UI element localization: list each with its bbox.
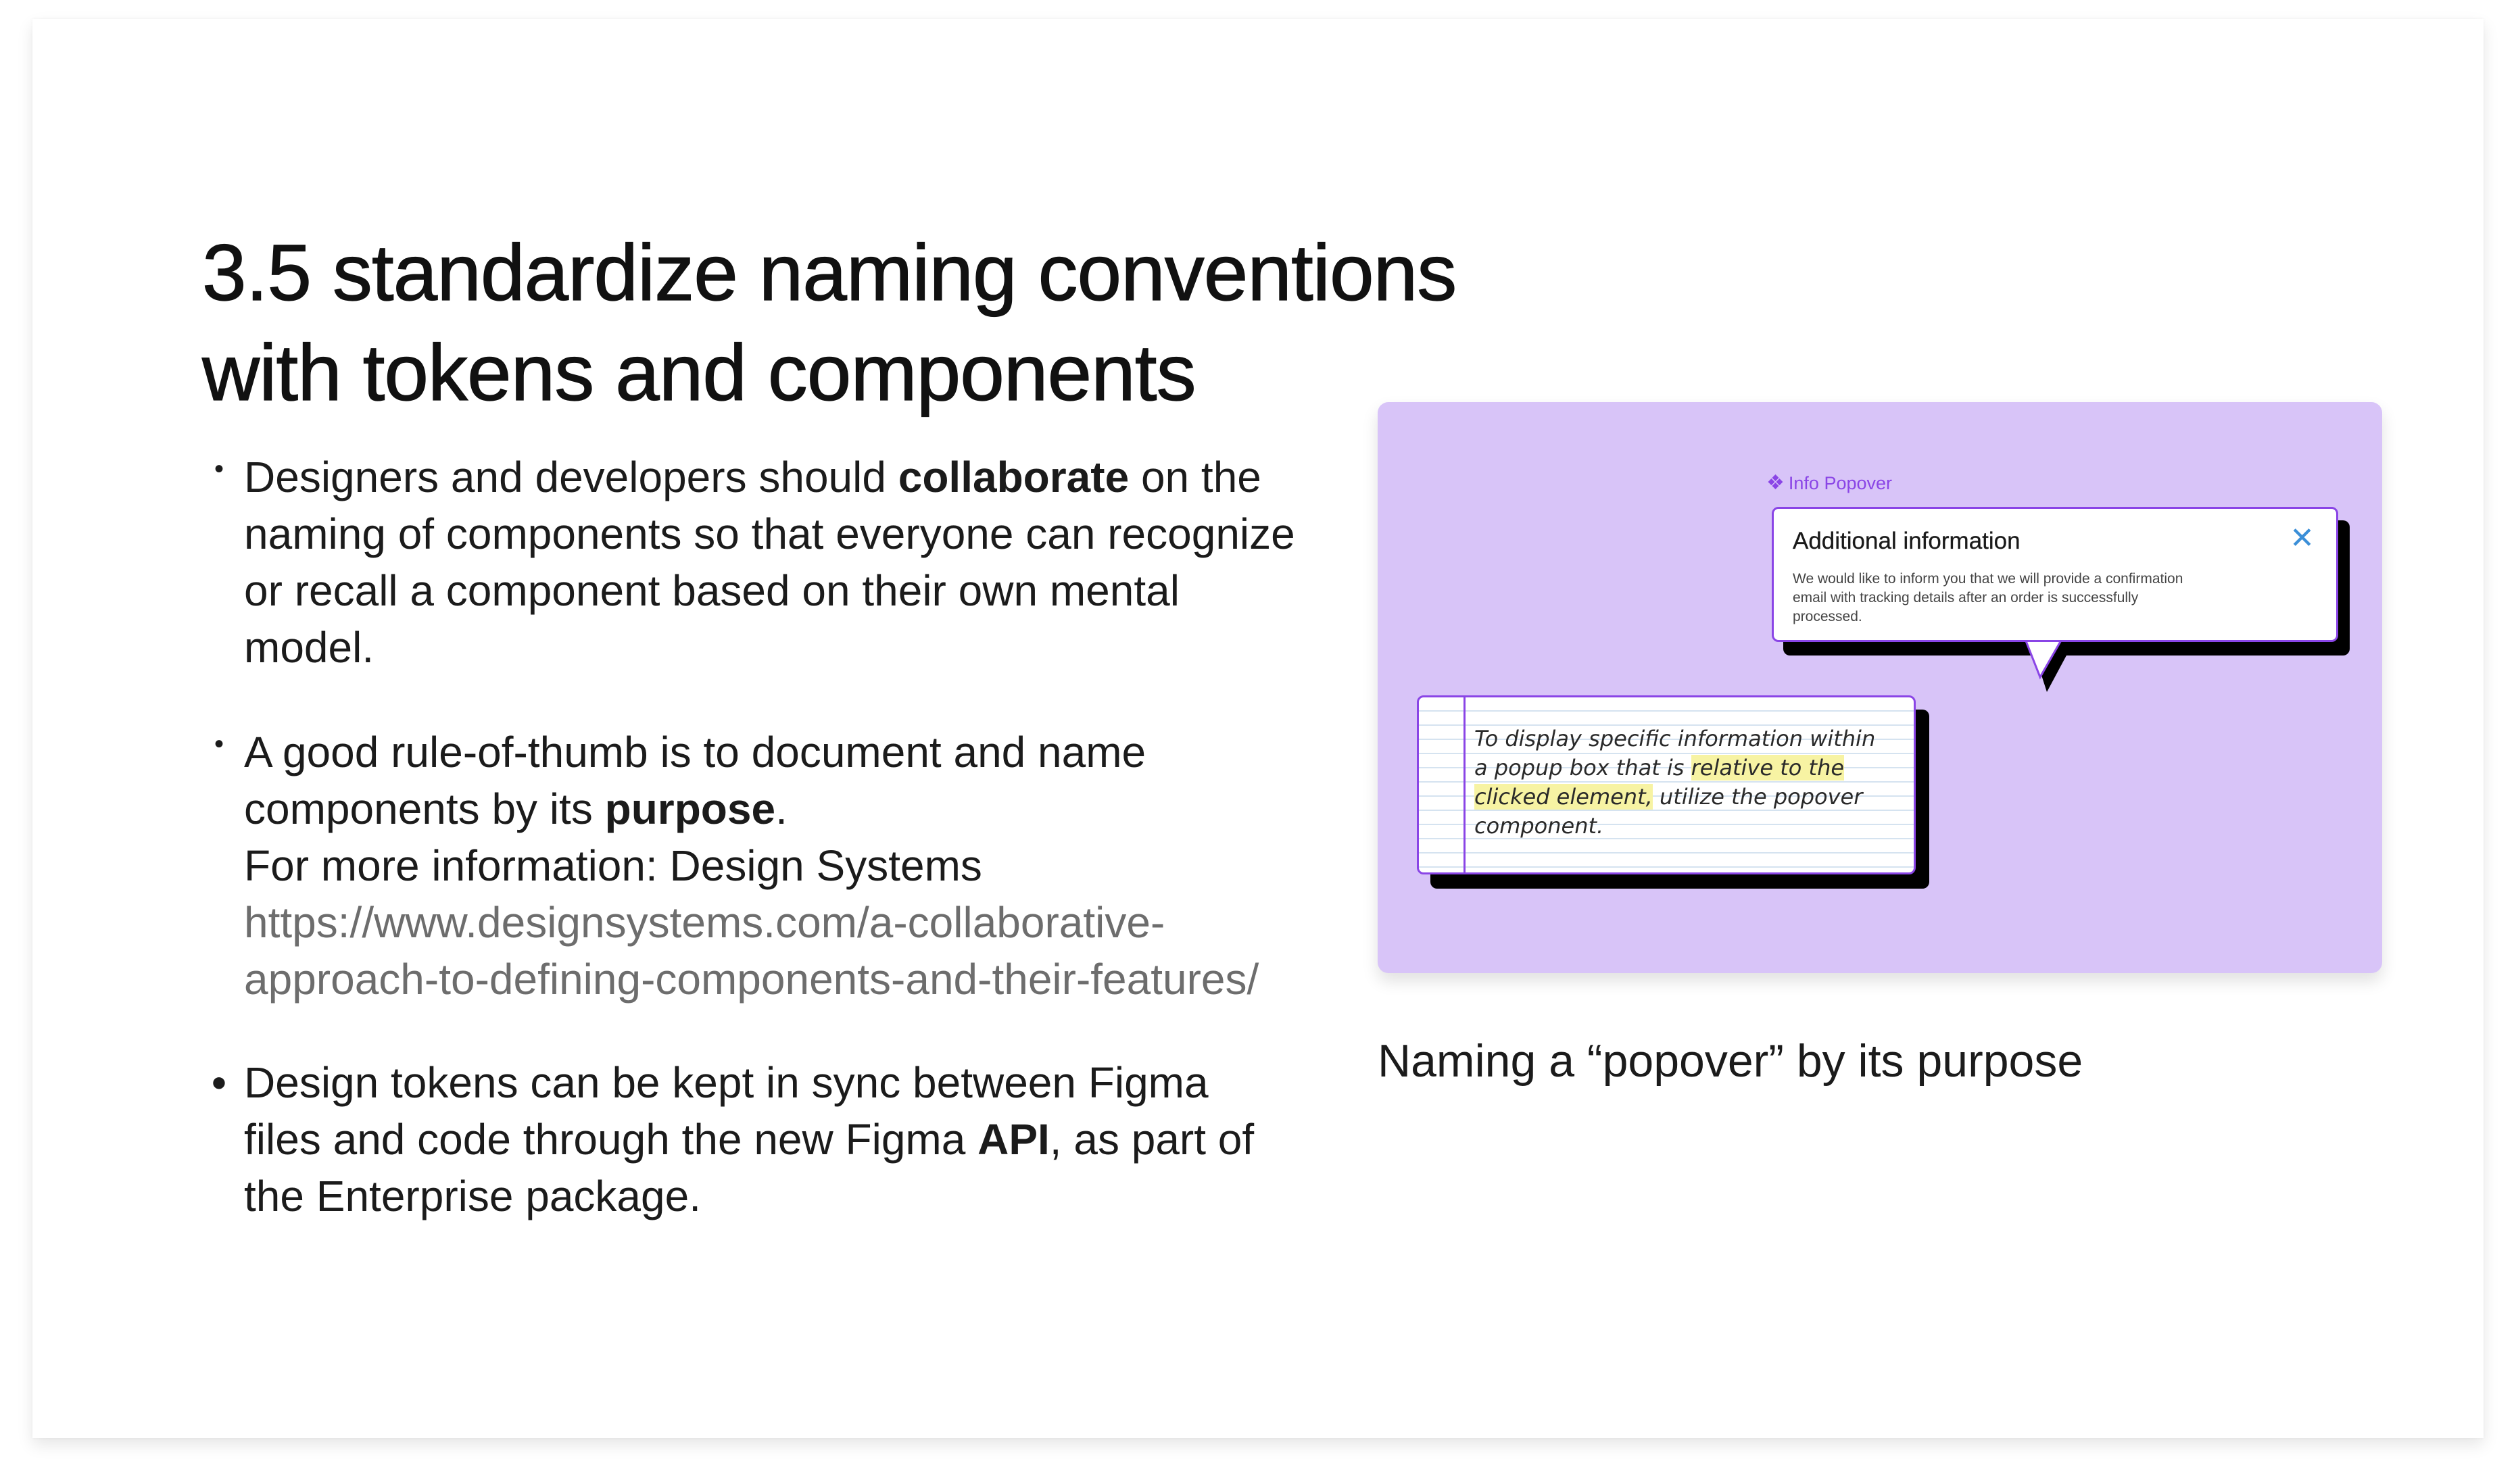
- bullet-line: A good rule-of-thumb is to document and …: [244, 728, 1146, 776]
- bullet-line: Designers and developers should collabor…: [244, 449, 1295, 505]
- note-line: To display specific information within: [1474, 726, 1876, 751]
- illustration-card: ❖ Info Popover Additional information ✕ W…: [1378, 402, 2382, 973]
- note-line: a popup box that is relative to the: [1474, 753, 1875, 783]
- popover-body-line: We would like to inform you that we will…: [1793, 571, 2183, 587]
- info-popover: Additional information ✕ We would like t…: [1772, 507, 2338, 642]
- popover-body-line: processed.: [1793, 609, 1862, 624]
- bullet-line: naming of components so that everyone ca…: [244, 510, 1295, 558]
- bullet-text: Designers and developers should collabor…: [244, 449, 1295, 676]
- design-systems-link-line-2[interactable]: approach-to-defining-components-and-thei…: [244, 951, 1259, 1008]
- bullet-line: Design tokens can be kept in sync betwee…: [244, 1058, 1209, 1107]
- bullet-line: For more information: Design Systems: [244, 841, 982, 890]
- close-icon[interactable]: ✕: [2290, 524, 2315, 553]
- note-line: clicked element, utilize the popover: [1474, 783, 1875, 812]
- illustration-caption: Naming a “popover” by its purpose: [1378, 1035, 2083, 1087]
- popover-tail: [2023, 635, 2067, 692]
- component-label: ❖ Info Popover: [1766, 471, 1892, 495]
- highlighted-text: relative to the: [1691, 755, 1845, 781]
- popover-body-line: email with tracking details after an ord…: [1793, 590, 2139, 605]
- bullet-line: components by its purpose.: [244, 781, 1259, 837]
- design-systems-link-line-1[interactable]: https://www.designsystems.com/a-collabor…: [244, 894, 1259, 951]
- note-line: component.: [1474, 813, 1604, 839]
- text-run: a popup box that is: [1474, 755, 1691, 781]
- note-margin-line: [1463, 697, 1466, 872]
- note-card: To display specific information within a…: [1417, 695, 1916, 874]
- bullet-line: model.: [244, 623, 374, 672]
- bullet-line: the Enterprise package.: [244, 1172, 701, 1220]
- text-run: Designers and developers should: [244, 453, 898, 501]
- text-run: .: [775, 785, 788, 833]
- text-run: components by its: [244, 785, 605, 833]
- bold-run: collaborate: [898, 453, 1130, 501]
- component-label-text: Info Popover: [1788, 473, 1893, 493]
- slide-title-line-1: 3.5 standardize naming conventions: [201, 228, 1457, 318]
- bullet-glyph: •: [211, 1058, 227, 1107]
- slide-title: 3.5 standardize naming conventions with …: [201, 223, 1554, 423]
- component-icon: ❖: [1766, 472, 1785, 494]
- note-text: To display specific information within a…: [1474, 724, 1875, 841]
- bold-run: API: [977, 1115, 1050, 1164]
- popover-title: Additional information: [1793, 528, 2021, 554]
- bullet-text: A good rule-of-thumb is to document and …: [244, 724, 1259, 1008]
- bullet-glyph: •: [214, 454, 224, 484]
- bold-run: purpose: [604, 785, 776, 833]
- highlighted-text: clicked element,: [1474, 784, 1653, 810]
- slide-title-line-2: with tokens and components: [201, 328, 1196, 418]
- bullet-glyph: •: [214, 729, 224, 759]
- text-run: utilize the popover: [1652, 784, 1863, 810]
- text-run: on the: [1129, 453, 1261, 501]
- bullet-line: files and code through the new Figma API…: [244, 1111, 1254, 1168]
- slide: 3.5 standardize naming conventions with …: [32, 19, 2484, 1438]
- text-run: , as part of: [1049, 1115, 1255, 1164]
- text-run: files and code through the new Figma: [244, 1115, 978, 1164]
- popover-body: We would like to inform you that we will…: [1793, 570, 2279, 626]
- bullet-text: Design tokens can be kept in sync betwee…: [244, 1054, 1254, 1225]
- bullet-line: or recall a component based on their own…: [244, 566, 1180, 615]
